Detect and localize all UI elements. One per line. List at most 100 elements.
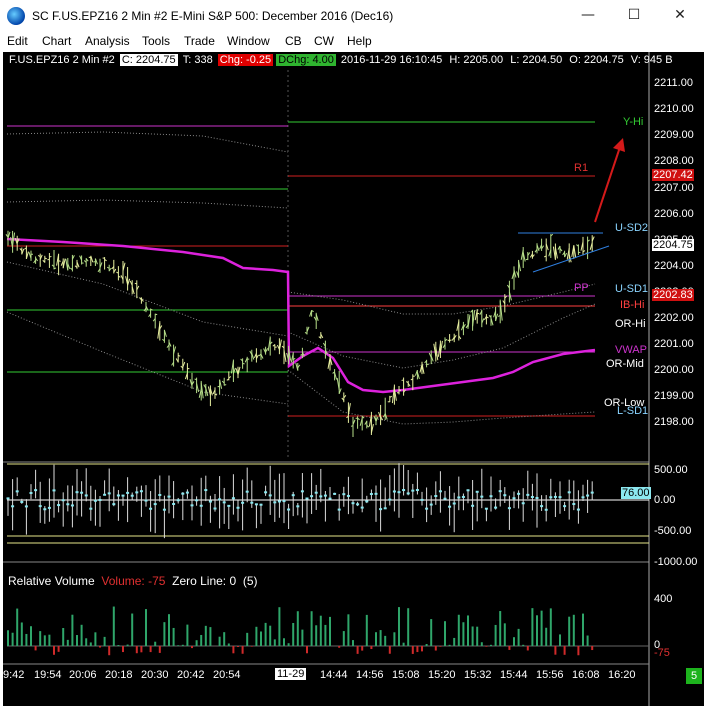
maximize-button[interactable]: ☐ [611,0,657,32]
osc-point [52,489,56,492]
osc-point [443,497,447,500]
chart-header: F.US.EPZ16 2 Min #2 C: 2204.75 T: 338 Ch… [7,54,675,68]
volume-bar [591,646,594,651]
menu-trade[interactable]: Trade [184,34,215,48]
osc-point [139,490,143,493]
osc-point [61,499,65,502]
volume-bar [430,619,433,646]
menu-window[interactable]: Window [227,34,270,48]
volume-bar [499,611,502,646]
price-bars [5,230,595,438]
volume-bar [522,644,525,646]
relvol-period: (5) [242,574,258,588]
osc-point [268,494,272,497]
osc-point [93,499,97,502]
volume-bar [292,622,295,646]
volume-bar [342,631,345,646]
price-scale-label: 2209.00 [654,129,694,141]
osc-point [195,499,199,502]
osc-point [337,508,341,511]
price-chart-canvas[interactable] [3,52,704,706]
osc-point [236,506,240,509]
osc-point [227,504,231,507]
header-low: L: 2204.50 [510,54,563,66]
volume-bar [145,609,147,646]
close-button[interactable]: ✕ [657,0,703,32]
menu-analysis[interactable]: Analysis [85,34,130,48]
osc-point [135,491,139,494]
header-open: O: 2204.75 [569,54,624,66]
time-label: 15:08 [392,669,420,681]
osc-point [397,491,401,494]
time-label: 15:56 [536,669,564,681]
minimize-button[interactable]: — [565,0,611,32]
volume-bar [273,639,276,646]
osc-point [392,490,396,493]
relvol-zero: Zero Line: 0 [172,574,237,588]
volume-bar [11,632,14,646]
osc-point [103,493,107,496]
price-bar-close-tick [58,260,61,262]
volume-bar [237,646,239,647]
menu-cw[interactable]: CW [314,34,334,48]
r1-price-tag: 2207.42 [652,169,694,181]
time-label: 14:56 [356,669,384,681]
volume-bar [25,633,28,646]
osc-point [172,502,176,505]
menu-tools[interactable]: Tools [142,34,170,48]
volume-bar [80,624,83,646]
menu-cb[interactable]: CB [285,34,302,48]
u-sd2-label: U-SD2 [615,222,649,234]
osc-point [34,489,38,492]
window-title: SC F.US.EPZ16 2 Min #2 E-Mini S&P 500: D… [32,9,394,23]
volume-bar [94,632,97,646]
osc-point [402,489,406,492]
volume-bar [209,627,212,646]
menu-help[interactable]: Help [347,34,372,48]
volume-bar [494,624,497,646]
osc-point [199,504,203,507]
volume-bar [467,615,469,646]
volume-bar [163,622,166,646]
ib-hi-label: IB-Hi [620,299,645,311]
osc-point [586,494,590,497]
vwap-label: VWAP [615,344,647,356]
volume-bar [43,635,46,646]
osc-point [310,495,314,498]
volume-bar [338,646,341,648]
osc-point [572,503,576,506]
osc-point [80,491,84,494]
volume-bar [319,615,322,646]
volume-bar [513,637,515,646]
volume-bar [287,643,290,646]
time-label: 14:44 [320,669,348,681]
volume-bar [177,645,180,646]
osc-point [130,494,134,497]
l-sd1-label: L-SD1 [617,405,649,417]
pp-price-tag: 2202.83 [652,289,694,301]
chart-area[interactable]: F.US.EPZ16 2 Min #2 C: 2204.75 T: 338 Ch… [3,52,704,706]
osc-point [277,500,281,503]
volume-bar [53,646,55,655]
volume-bar [34,646,37,651]
osc-point [360,506,364,509]
volume-bar [232,646,235,654]
vol-scale-label: 400 [654,593,673,605]
app-globe-icon [7,7,25,25]
menu-edit[interactable]: Edit [7,34,28,48]
osc-point [204,489,208,492]
volume-bar [30,626,32,646]
price-scale-label: 2200.00 [654,364,694,376]
red-arrow-head [613,138,625,152]
volume-bar [227,643,230,646]
header-volume: V: 945 B [630,54,673,66]
osc-current-tag: 76.00 [621,487,651,499]
menu-bar: Edit Chart Analysis Tools Trade Window C… [0,32,704,52]
price-scale-label: 2208.00 [654,155,694,167]
osc-scale-label: -500.00 [654,525,692,537]
volume-bar [200,634,203,646]
volume-bar [149,646,152,653]
time-label: 16:20 [608,669,636,681]
menu-chart[interactable]: Chart [42,34,71,48]
volume-bar [554,646,557,655]
